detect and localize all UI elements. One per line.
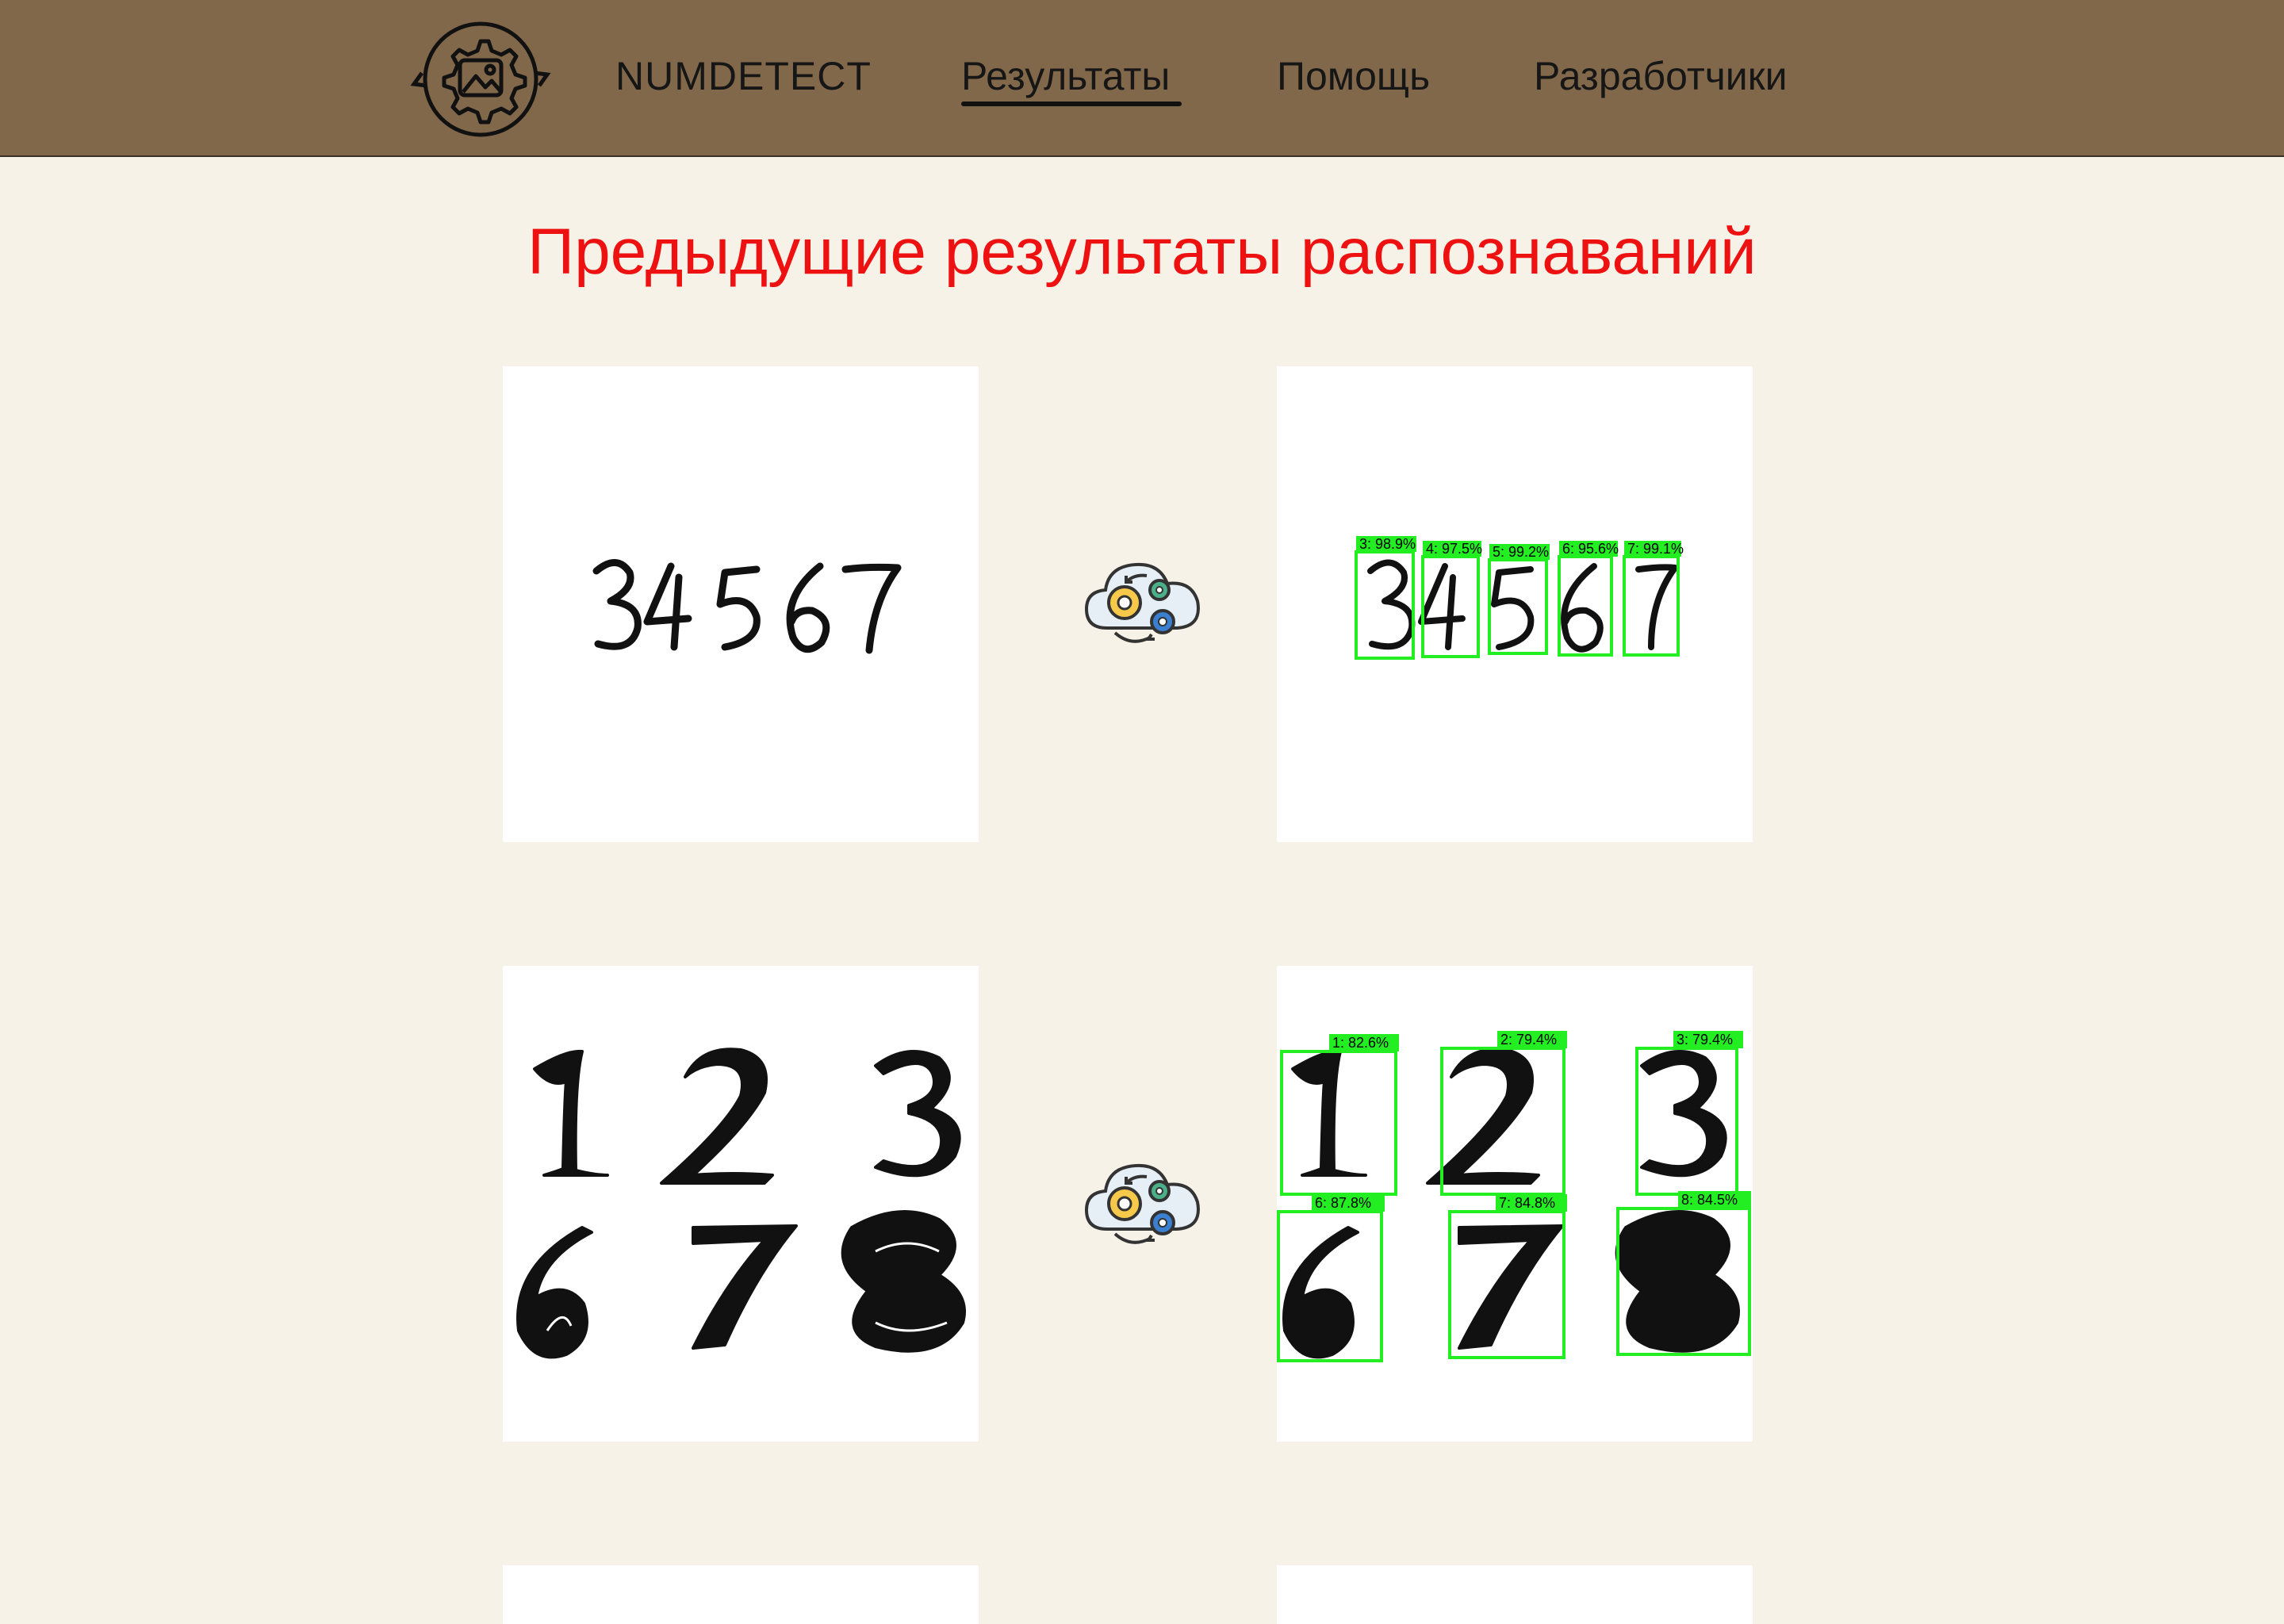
output-image-1[interactable]: 3: 98.9% 4: 97.5% 5: 99.2% 6: 95.6% 7: 9…	[1277, 366, 1753, 842]
input-image-3[interactable]	[503, 1565, 979, 1624]
detected-ornate-digits-image: 1: 82.6% 2: 79.4% 3: 79.4% 6: 87.8% 7: 8…	[1277, 1031, 1751, 1362]
output-image-3[interactable]	[1277, 1565, 1753, 1624]
detection-label: 6: 95.6%	[1562, 541, 1619, 557]
output-image-2[interactable]: 1: 82.6% 2: 79.4% 3: 79.4% 6: 87.8% 7: 8…	[1277, 966, 1753, 1442]
logo-gear-image-icon[interactable]	[408, 14, 554, 144]
input-image-2[interactable]	[503, 966, 979, 1442]
detection-label: 6: 87.8%	[1315, 1195, 1371, 1211]
detected-digits-image: 3: 98.9% 4: 97.5% 5: 99.2% 6: 95.6% 7: 9…	[1355, 536, 1684, 660]
handwritten-digits-image	[592, 559, 902, 654]
input-image-1[interactable]	[503, 366, 979, 842]
ornate-digits-image	[516, 1048, 966, 1359]
processing-cloud-gears-icon	[1084, 562, 1200, 643]
nav-link-developers[interactable]: Разработчики	[1534, 51, 1788, 102]
detection-label: 5: 99.2%	[1493, 544, 1549, 560]
detection-label: 7: 99.1%	[1627, 541, 1684, 557]
detection-label: 7: 84.8%	[1499, 1195, 1555, 1211]
top-header: NUMDETECT Результаты Помощь Разработчики	[0, 0, 2284, 157]
brand-name[interactable]: NUMDETECT	[615, 51, 872, 102]
nav-link-results[interactable]: Результаты	[961, 51, 1170, 102]
nav-link-help[interactable]: Помощь	[1277, 51, 1430, 102]
processing-cloud-gears-icon	[1084, 1163, 1200, 1244]
detection-label: 8: 84.5%	[1681, 1192, 1738, 1208]
detection-label: 4: 97.5%	[1426, 541, 1482, 557]
active-nav-underline	[961, 102, 1182, 106]
detection-label: 1: 82.6%	[1332, 1035, 1389, 1051]
detection-label: 3: 98.9%	[1359, 536, 1416, 552]
detection-label: 3: 79.4%	[1677, 1032, 1733, 1048]
page-title: Предыдущие результаты распознаваний	[527, 216, 1757, 288]
detection-label: 2: 79.4%	[1500, 1032, 1557, 1048]
